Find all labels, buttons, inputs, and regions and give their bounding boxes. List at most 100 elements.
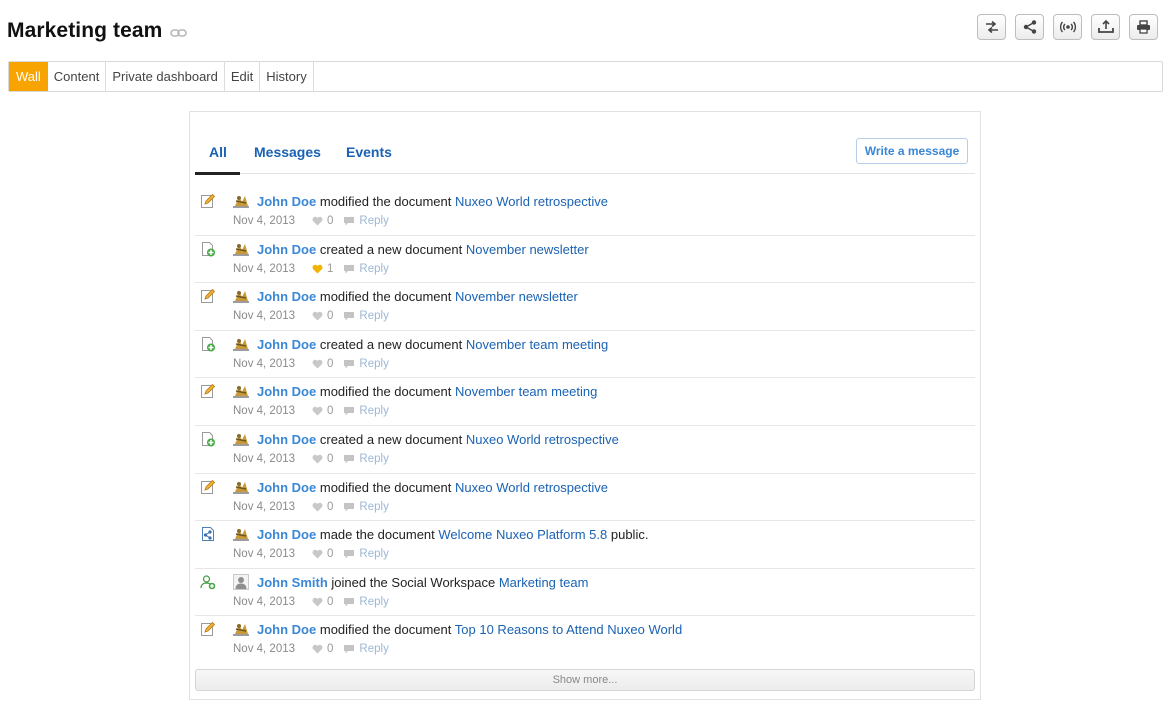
activity-action: created a new document xyxy=(319,431,463,447)
activity-text: John Smith joined the Social Workspace M… xyxy=(257,575,588,590)
reply-link[interactable]: Reply xyxy=(343,548,389,561)
actor-link[interactable]: John Doe xyxy=(257,242,316,257)
reply-label: Reply xyxy=(359,310,389,323)
default-avatar-icon[interactable] xyxy=(233,573,249,590)
tab-content[interactable]: Content xyxy=(48,62,107,91)
user-avatar-icon[interactable] xyxy=(233,526,249,542)
actor-link[interactable]: John Doe xyxy=(257,289,316,304)
show-more-button[interactable]: Show more... xyxy=(195,669,975,691)
like-count: 0 xyxy=(327,357,334,370)
reply-link[interactable]: Reply xyxy=(343,596,389,608)
swap-arrows-button[interactable] xyxy=(977,14,1006,40)
like-button[interactable]: 0 xyxy=(312,596,333,608)
like-button[interactable]: 0 xyxy=(312,358,333,370)
actor-link[interactable]: John Doe xyxy=(257,622,316,637)
speech-bubble-icon xyxy=(344,312,355,321)
document-link[interactable]: Welcome Nuxeo Platform 5.8 xyxy=(438,527,607,542)
reply-link[interactable]: Reply xyxy=(343,643,389,656)
wall-panel: All Messages Events Write a message John… xyxy=(189,111,981,700)
like-count: 0 xyxy=(327,643,334,656)
reply-link[interactable]: Reply xyxy=(343,310,389,323)
document-link[interactable]: Nuxeo World retrospective xyxy=(455,194,608,209)
document-link[interactable]: Nuxeo World retrospective xyxy=(466,432,619,447)
activity-text: John Doe created a new document Nuxeo Wo… xyxy=(257,432,619,447)
activity-meta: Nov 4, 2013 1 Reply xyxy=(233,263,389,275)
reply-label: Reply xyxy=(359,548,389,561)
activity-suffix: public. xyxy=(610,527,649,543)
user-avatar-icon[interactable] xyxy=(233,383,249,399)
user-avatar-icon[interactable] xyxy=(233,288,249,304)
active-tab-indicator xyxy=(195,172,240,175)
speech-bubble-icon xyxy=(344,359,355,369)
user-avatar-icon[interactable] xyxy=(233,479,249,495)
actor-link[interactable]: John Doe xyxy=(257,527,316,542)
tab-edit[interactable]: Edit xyxy=(225,62,261,91)
print-icon xyxy=(1137,20,1150,34)
print-button[interactable] xyxy=(1129,14,1158,40)
activity-meta: Nov 4, 2013 0 Reply xyxy=(233,453,389,465)
wall-tab-all[interactable]: All xyxy=(209,144,227,160)
share-button[interactable] xyxy=(1015,14,1044,40)
document-link[interactable]: November newsletter xyxy=(466,242,589,257)
like-count: 0 xyxy=(327,452,334,465)
like-button[interactable]: 0 xyxy=(312,548,333,560)
user-avatar-icon[interactable] xyxy=(233,621,249,637)
user-avatar-icon[interactable] xyxy=(233,241,249,257)
like-button[interactable]: 0 xyxy=(312,501,333,513)
activity-date: Nov 4, 2013 xyxy=(233,310,296,323)
document-link[interactable]: Marketing team xyxy=(499,575,589,590)
tab-private-dashboard[interactable]: Private dashboard xyxy=(106,62,225,91)
tab-history[interactable]: History xyxy=(260,62,314,91)
heart-icon xyxy=(312,359,323,369)
actor-link[interactable]: John Doe xyxy=(257,194,316,209)
activity-item: John Doe modified the document Nuxeo Wor… xyxy=(195,188,975,236)
document-link[interactable]: Top 10 Reasons to Attend Nuxeo World xyxy=(455,622,682,637)
document-link[interactable]: November newsletter xyxy=(455,289,578,304)
like-button[interactable]: 0 xyxy=(312,405,333,417)
subscribe-button[interactable] xyxy=(1053,14,1082,40)
reply-link[interactable]: Reply xyxy=(343,501,389,513)
user-avatar-icon[interactable] xyxy=(233,193,249,209)
activity-meta: Nov 4, 2013 0 Reply xyxy=(233,501,389,513)
permalink-chain-icon[interactable] xyxy=(170,28,188,38)
reply-link[interactable]: Reply xyxy=(343,263,389,275)
activity-action: modified the document xyxy=(319,384,452,400)
like-button[interactable]: 0 xyxy=(312,310,333,322)
actor-link[interactable]: John Doe xyxy=(257,480,316,495)
activity-date: Nov 4, 2013 xyxy=(233,452,296,465)
like-button[interactable]: 0 xyxy=(312,643,333,655)
like-button[interactable]: 0 xyxy=(312,453,333,465)
heart-icon xyxy=(312,549,323,559)
actor-link[interactable]: John Doe xyxy=(257,337,316,352)
heart-icon xyxy=(312,264,323,274)
actor-link[interactable]: John Doe xyxy=(257,384,316,399)
activity-action: modified the document xyxy=(319,289,452,305)
document-link[interactable]: November team meeting xyxy=(455,384,597,399)
export-button[interactable] xyxy=(1091,14,1120,40)
user-avatar-icon[interactable] xyxy=(233,431,249,447)
activity-meta: Nov 4, 2013 0 Reply xyxy=(233,358,389,370)
activity-item: John Doe created a new document November… xyxy=(195,236,975,284)
reply-link[interactable]: Reply xyxy=(343,405,389,417)
activity-date: Nov 4, 2013 xyxy=(233,595,296,608)
reply-link[interactable]: Reply xyxy=(343,215,389,227)
write-message-button[interactable]: Write a message xyxy=(856,138,968,164)
activity-date: Nov 4, 2013 xyxy=(233,215,296,227)
like-button[interactable]: 1 xyxy=(312,263,333,275)
like-button[interactable]: 0 xyxy=(312,215,333,227)
wall-tab-events[interactable]: Events xyxy=(346,144,392,160)
document-link[interactable]: November team meeting xyxy=(466,337,608,352)
share-document-icon xyxy=(200,526,216,542)
reply-label: Reply xyxy=(359,643,389,656)
user-avatar-icon[interactable] xyxy=(233,336,249,352)
reply-link[interactable]: Reply xyxy=(343,358,389,370)
wall-tab-messages[interactable]: Messages xyxy=(254,144,321,160)
activity-date: Nov 4, 2013 xyxy=(233,262,296,275)
activity-text: John Doe modified the document Nuxeo Wor… xyxy=(257,194,608,209)
actor-link[interactable]: John Smith xyxy=(257,575,328,590)
document-link[interactable]: Nuxeo World retrospective xyxy=(455,480,608,495)
activity-meta: Nov 4, 2013 0 Reply xyxy=(233,215,389,227)
reply-link[interactable]: Reply xyxy=(343,453,389,465)
actor-link[interactable]: John Doe xyxy=(257,432,316,447)
tab-wall[interactable]: Wall xyxy=(9,62,48,91)
